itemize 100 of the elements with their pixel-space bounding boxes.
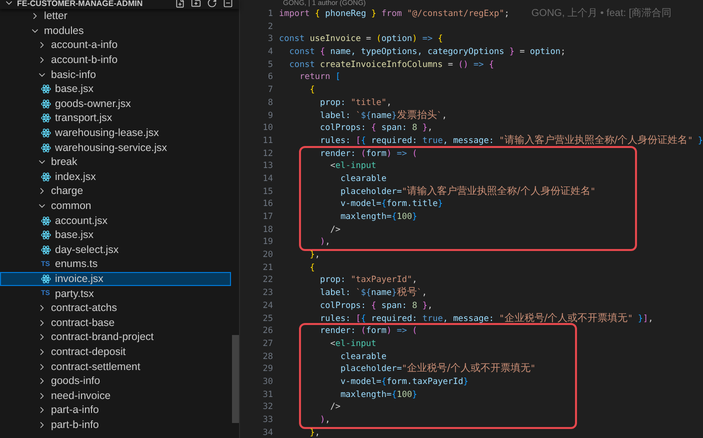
line-number: 2 <box>268 20 274 34</box>
line-number: 5 <box>268 58 274 72</box>
line-number: 34 <box>262 426 274 438</box>
file-item[interactable]: base.jsx <box>0 82 231 97</box>
line-number: 30 <box>262 376 274 389</box>
file-item[interactable]: account.jsx <box>0 213 231 228</box>
folder-item[interactable]: modules <box>0 24 231 38</box>
folder-item[interactable]: common <box>0 198 231 214</box>
code-line: placeholder="企业税号/个人或不开票填无" <box>339 363 536 376</box>
code-line: colProps: { span: 8 }, <box>318 300 433 312</box>
code-line: clearable <box>339 172 386 186</box>
line-number: 18 <box>262 224 274 236</box>
line-number: 3 <box>268 33 274 46</box>
file-item[interactable]: day-select.jsx <box>0 242 231 258</box>
file-item[interactable]: warehousing-service.jsx <box>0 140 231 155</box>
atom-icon <box>41 98 51 109</box>
line-number: 24 <box>262 300 274 312</box>
folder-item[interactable]: account-a-info <box>0 38 231 53</box>
code-line: { <box>308 262 315 274</box>
file-item[interactable]: goods-owner.jsx <box>0 96 231 112</box>
folder-item[interactable]: part-a-info <box>0 403 231 418</box>
code-line: clearable <box>339 350 386 364</box>
code-line: v-model={form.taxPayerId} <box>339 376 468 389</box>
file-item[interactable]: transport.jsx <box>0 111 231 126</box>
code-line: ), <box>318 414 330 427</box>
code-line: const useInvoice = (option) => { <box>279 33 443 46</box>
atom-icon <box>41 142 51 153</box>
folder-item[interactable]: contract-brand-project <box>0 330 231 345</box>
code-line: v-model={form.title} <box>339 198 443 211</box>
line-number: 7 <box>268 84 274 97</box>
line-number: 32 <box>262 401 274 414</box>
code-line: maxlength={100} <box>339 388 418 402</box>
code-line: prop: "taxPayerId", <box>318 274 418 286</box>
atom-icon <box>41 84 51 94</box>
file-item[interactable]: invoice.jsx <box>0 272 231 286</box>
folder-item[interactable]: break <box>0 154 231 170</box>
line-number: 23 <box>262 287 274 300</box>
code-line: label: `${name}发票抬头`, <box>318 110 448 122</box>
folder-item[interactable]: letter <box>0 9 231 24</box>
code-line: rules: [{ required: true, message: "企业税号/个人或不开票填无" }], <box>318 312 654 326</box>
atom-icon <box>41 244 51 255</box>
code-line: ), <box>318 236 330 250</box>
blame-annotation: GONG, 上个月 • feat: [商滞合同 <box>531 8 672 21</box>
folder-item[interactable]: account-b-info <box>0 52 231 68</box>
code-line: label: `${name}税号`, <box>318 287 428 300</box>
line-number: 4 <box>268 46 274 59</box>
line-number: 11 <box>262 134 274 148</box>
line-number: 27 <box>262 338 274 351</box>
line-number: 12 <box>262 148 274 160</box>
code-line: import { phoneReg } from "@/constant/regExp"; <box>279 8 510 21</box>
line-number: 26 <box>262 325 274 338</box>
line-number: 33 <box>262 414 274 427</box>
code-line: <el-input <box>329 338 376 351</box>
refresh-icon[interactable] <box>207 0 217 8</box>
atom-icon <box>41 172 51 182</box>
code-line: { <box>308 84 315 97</box>
line-number: 17 <box>262 211 274 224</box>
code-line: /> <box>329 401 340 414</box>
code-line: render: (form) => ( <box>318 325 418 338</box>
line-number: 28 <box>262 350 274 364</box>
folder-item[interactable]: contract-atchs <box>0 300 231 316</box>
atom-icon <box>41 128 51 138</box>
file-item[interactable]: index.jsx <box>0 170 231 184</box>
line-number: 21 <box>262 262 274 274</box>
line-number: 22 <box>262 274 274 288</box>
atom-icon <box>41 274 51 284</box>
atom-icon <box>41 216 51 226</box>
folder-item[interactable]: contract-base <box>0 315 231 330</box>
project-title: FE-CUSTOMER-MANAGE-ADMIN <box>17 0 144 8</box>
line-number: 9 <box>268 110 274 122</box>
folder-item[interactable]: part-b-info <box>0 418 231 432</box>
scrollbar-thumb[interactable] <box>232 335 239 423</box>
atom-icon <box>41 113 51 124</box>
line-number: 6 <box>268 71 274 84</box>
folder-item[interactable]: goods-info <box>0 374 231 388</box>
new-file-icon[interactable] <box>175 0 185 8</box>
new-folder-icon[interactable] <box>191 0 201 8</box>
file-item[interactable]: base.jsx <box>0 228 231 242</box>
code-line: return [ <box>298 71 340 84</box>
folder-item[interactable]: contract-deposit <box>0 344 231 360</box>
collapse-icon[interactable] <box>223 0 233 8</box>
folder-item[interactable]: need-invoice <box>0 388 231 404</box>
code-line: }, <box>308 426 320 438</box>
line-number: 15 <box>262 186 274 198</box>
code-line: const { name, typeOptions, categoryOptions } = option; <box>288 46 566 59</box>
code-line: rules: [{ required: true, message: "请输入客户营业执照全称/个人身份证姓名" } <box>318 134 703 148</box>
line-number: 20 <box>262 249 274 262</box>
folder-item[interactable]: charge <box>0 184 231 199</box>
file-item[interactable]: warehousing-lease.jsx <box>0 126 231 140</box>
code-line: placeholder="请输入客户营业执照全称/个人身份证姓名" <box>339 186 596 198</box>
atom-icon <box>41 230 51 240</box>
code-line: colProps: { span: 8 }, <box>318 122 433 135</box>
folder-item[interactable]: basic-info <box>0 67 231 82</box>
folder-item[interactable]: contract-settlement <box>0 359 231 374</box>
line-number: 29 <box>262 363 274 376</box>
line-number: 1 <box>268 8 274 21</box>
line-number: 16 <box>262 198 274 211</box>
line-number: 25 <box>262 312 274 326</box>
line-number: 10 <box>262 122 274 135</box>
line-number: 31 <box>262 388 274 402</box>
